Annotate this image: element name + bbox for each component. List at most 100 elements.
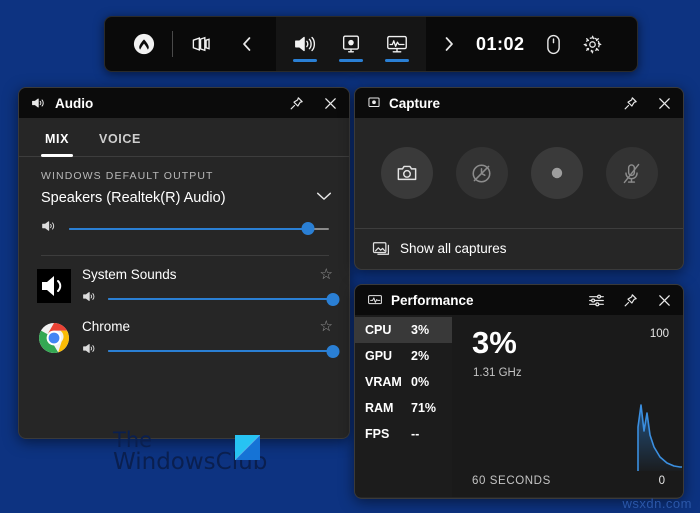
chevron-down-icon [316,192,332,200]
toolbar-item-performance[interactable] [374,17,420,71]
system-sounds-slider-row [82,283,340,308]
close-icon [324,97,336,109]
metric-row-fps[interactable]: FPS -- [355,421,452,447]
capture-panel-title: Capture [389,95,441,111]
audio-pin-button[interactable] [283,90,309,116]
speaker-small-icon [41,219,58,238]
metric-key-vram: VRAM [365,375,402,389]
toggle-microphone-button[interactable] [605,147,658,199]
toolbar-item-capture[interactable] [328,17,374,71]
toolbar-left-group [105,17,276,71]
performance-pin-button[interactable] [617,287,643,313]
metric-value-ram: 71% [411,401,437,415]
device-dropdown-button[interactable] [315,189,333,207]
show-all-captures-row[interactable]: Show all captures [355,228,683,268]
close-icon [658,294,670,306]
mouse-icon [547,34,560,54]
default-output-device-row[interactable]: Speakers (Realtek(R) Audio) [19,182,349,207]
performance-panel: Performance CPU 3% GPU 2% VRAM 0% RAM 71… [354,284,684,499]
performance-monitor-icon [387,35,407,53]
performance-axis-max: 100 [649,328,669,340]
screenshot-button[interactable] [380,147,433,199]
chrome-label: Chrome [82,318,131,334]
metric-row-gpu[interactable]: GPU 2% [355,343,452,369]
metric-key-cpu: CPU [365,323,392,337]
capture-panel: Capture Show all captures [354,87,684,270]
audio-close-button[interactable] [317,90,343,116]
speaker-small-icon [82,290,98,308]
toolbar-separator [172,31,173,57]
nav-forward-button[interactable] [432,17,466,71]
clock-time: 01:02 [476,33,525,54]
performance-body: CPU 3% GPU 2% VRAM 0% RAM 71% FPS -- 3% … [355,315,683,497]
audio-panel: Audio MIX VOICE WINDOWS DEFAULT OUTPUT S… [18,87,350,439]
capture-close-button[interactable] [651,90,677,116]
chrome-volume-slider[interactable] [108,343,340,359]
xbox-button[interactable] [121,17,167,71]
system-sounds-label: System Sounds [82,266,177,282]
chrome-volume-fill [108,350,333,352]
pin-icon [624,293,637,306]
toolbar-widget-group [276,17,426,71]
audio-panel-header: Audio [19,88,349,118]
audio-tabs: MIX VOICE [19,118,349,157]
chevron-right-icon [445,37,453,51]
performance-icon [367,293,383,307]
audio-section-label: WINDOWS DEFAULT OUTPUT [41,170,214,182]
toolbar-item-audio-indicator [293,59,317,62]
master-volume-slider[interactable] [69,221,329,237]
app-volume-row-system-sounds: System Sounds ☆ [19,256,349,308]
master-volume-row [19,207,349,238]
camera-icon [397,165,416,181]
performance-close-button[interactable] [651,287,677,313]
chrome-volume-thumb[interactable] [326,344,340,358]
tab-mix[interactable]: MIX [41,122,74,157]
performance-current-value: 3% [472,325,517,360]
widget-menu-icon [192,36,210,52]
gallery-icon [372,241,390,256]
metric-row-ram[interactable]: RAM 71% [355,395,452,421]
metric-row-cpu[interactable]: CPU 3% [355,317,452,343]
metric-key-fps: FPS [365,427,390,441]
show-all-captures-label: Show all captures [400,241,507,256]
toolbar-item-audio[interactable] [282,17,328,71]
performance-axis-min: 0 [658,475,665,487]
system-sounds-volume-thumb[interactable] [326,292,340,306]
chrome-body: Chrome ☆ [82,317,340,360]
start-recording-button[interactable] [530,147,583,199]
performance-metric-list: CPU 3% GPU 2% VRAM 0% RAM 71% FPS -- [355,315,452,497]
tab-voice[interactable]: VOICE [95,122,145,156]
master-volume-thumb[interactable] [301,222,315,235]
sliders-icon [588,294,604,306]
performance-time-range: 60 SECONDS [472,475,551,487]
speaker-app-icon [37,269,71,303]
record-last-30-seconds-button[interactable] [455,147,508,199]
metric-row-vram[interactable]: VRAM 0% [355,369,452,395]
record-last-disabled-icon [472,163,491,183]
metric-value-cpu: 3% [411,323,430,337]
capture-buttons [355,118,683,228]
metric-key-ram: RAM [365,401,394,415]
pin-icon [624,96,637,109]
capture-icon [367,96,381,110]
performance-panel-title: Performance [391,292,474,308]
chrome-favorite-icon[interactable]: ☆ [320,317,333,335]
system-sounds-volume-slider[interactable] [108,291,340,307]
performance-options-button[interactable] [583,287,609,313]
capture-pin-button[interactable] [617,90,643,116]
game-bar-screen: 01:02 Audio MIX VOICE WINDOWS DEFAULT OU… [0,0,700,513]
widget-menu-button[interactable] [178,17,224,71]
toolbar-right-group: 01:02 [426,17,627,71]
app-volume-row-chrome: Chrome ☆ [19,308,349,360]
watermark-logo-icon [235,435,260,460]
performance-graph-area: 3% 1.31 GHz 100 0 60 SECONDS [452,315,683,497]
chrome-logo-icon [39,323,69,353]
speaker-icon [31,96,47,110]
mouse-button[interactable] [535,17,573,71]
nav-back-button[interactable] [224,17,270,71]
metric-value-fps: -- [411,427,420,441]
system-sounds-favorite-icon[interactable]: ☆ [320,265,333,283]
capture-monitor-icon [342,35,360,53]
settings-button[interactable] [573,17,613,71]
system-sounds-body: System Sounds ☆ [82,265,340,308]
